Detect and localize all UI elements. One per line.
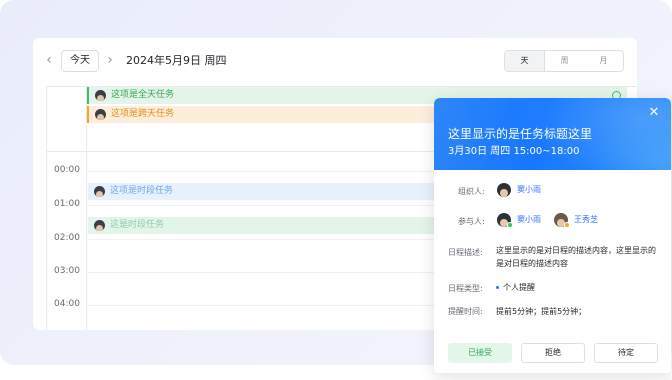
- participant-name: 王秀芝: [574, 215, 598, 224]
- view-day-tab[interactable]: 天: [505, 51, 545, 71]
- event-description: 这里显示的是对日程的描述内容，这里显示的是对日程的描述内容: [496, 246, 656, 268]
- avatar: [95, 90, 106, 101]
- calendar-toolbar: ‹ 今天 › 2024年5月9日 周四 天 周 月: [33, 38, 637, 84]
- accept-button[interactable]: 已接受: [448, 343, 512, 363]
- pending-status-dot: [564, 222, 570, 228]
- accepted-status-dot: [507, 222, 513, 228]
- tentative-button[interactable]: 待定: [594, 343, 658, 363]
- chevron-left-icon[interactable]: ‹: [42, 52, 56, 68]
- organizer-name: 窦小雨: [517, 185, 541, 194]
- avatar: [94, 186, 105, 197]
- chevron-right-icon[interactable]: ›: [103, 52, 117, 68]
- allday-gutter: [47, 87, 87, 151]
- participant-name: 窦小雨: [517, 215, 541, 224]
- time-gutter: 00:00 01:00 02:00 03:00 04:00: [47, 151, 87, 330]
- current-date-title: 2024年5月9日 周四: [126, 54, 227, 67]
- event-detail-popup: ✕ 这里显示的是任务标题这里 3月30日 周四 15:00~18:00 组织人:…: [434, 98, 671, 373]
- avatar: [94, 220, 105, 231]
- avatar: [497, 183, 511, 197]
- organizer-label: 组织人:: [458, 187, 485, 196]
- reject-button[interactable]: 拒绝: [521, 343, 585, 363]
- view-week-tab[interactable]: 周: [545, 51, 584, 71]
- timed-event[interactable]: 这项是时段任务: [88, 183, 448, 200]
- popup-header: ✕ 这里显示的是任务标题这里 3月30日 周四 15:00~18:00: [434, 98, 671, 170]
- timed-event[interactable]: 这是时段任务: [88, 217, 448, 234]
- type-label: 日程类型:: [448, 284, 483, 293]
- description-label: 日程描述:: [448, 248, 483, 257]
- time-label: 02:00: [54, 233, 80, 243]
- event-type: 个人提醒: [503, 283, 535, 292]
- event-title: 这项是时段任务: [110, 186, 174, 196]
- participants-label: 参与人:: [458, 217, 485, 226]
- time-label: 01:00: [54, 199, 80, 209]
- reminder-time: 提前5分钟；提前5分钟；: [496, 307, 587, 316]
- type-dot: [496, 286, 499, 289]
- close-icon[interactable]: ✕: [647, 106, 661, 120]
- event-time: 3月30日 周四 15:00~18:00: [448, 146, 580, 157]
- avatar: [95, 109, 106, 120]
- event-title-heading: 这里显示的是任务标题这里: [448, 127, 593, 141]
- today-button[interactable]: 今天: [61, 50, 99, 72]
- event-title: 这项是跨天任务: [111, 109, 175, 119]
- time-label: 00:00: [54, 165, 80, 175]
- event-title: 这项是全天任务: [111, 90, 175, 100]
- view-month-tab[interactable]: 月: [584, 51, 623, 71]
- event-title: 这是时段任务: [110, 220, 165, 230]
- time-label: 03:00: [54, 266, 80, 276]
- time-label: 04:00: [54, 299, 80, 309]
- reminder-label: 提醒时间:: [448, 307, 483, 316]
- view-switcher: 天 周 月: [504, 50, 624, 72]
